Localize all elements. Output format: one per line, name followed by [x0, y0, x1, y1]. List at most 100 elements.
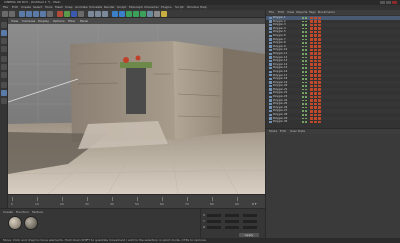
materials-menu-create[interactable]: Create	[3, 210, 13, 214]
stone-material-swatch[interactable]	[8, 216, 22, 230]
render-visibility-icon[interactable]	[305, 27, 307, 30]
render-visibility-icon[interactable]	[305, 78, 307, 80]
texture-tag-icon[interactable]	[318, 120, 321, 124]
ground-material-swatch[interactable]	[24, 216, 38, 230]
scale-icon[interactable]	[33, 11, 39, 17]
editor-visibility-icon[interactable]	[302, 110, 304, 113]
attributes-menu-edit[interactable]: Edit	[280, 129, 286, 134]
minimize-icon[interactable]	[380, 1, 385, 4]
workplane-icon[interactable]	[1, 90, 7, 96]
cube-icon[interactable]	[112, 11, 118, 17]
objects-menu-edit[interactable]: Edit	[278, 10, 284, 15]
editor-visibility-icon[interactable]	[302, 117, 304, 120]
recent-tools-icon[interactable]	[47, 11, 53, 17]
render-visibility-icon[interactable]	[305, 42, 307, 44]
render-visibility-icon[interactable]	[305, 117, 307, 120]
scale-y-field[interactable]	[225, 220, 239, 223]
editor-visibility-icon[interactable]	[302, 60, 304, 62]
scale-x-field[interactable]	[225, 214, 239, 217]
texture-tag-icon[interactable]	[314, 120, 317, 124]
model-mode-icon[interactable]	[1, 30, 7, 36]
editor-visibility-icon[interactable]	[302, 31, 304, 33]
render-visibility-icon[interactable]	[305, 85, 307, 87]
editor-visibility-icon[interactable]	[302, 45, 304, 48]
editor-visibility-icon[interactable]	[302, 99, 304, 102]
rotation-p-field[interactable]	[243, 220, 257, 223]
solo-icon[interactable]	[1, 98, 7, 104]
materials-menu-function[interactable]: Function	[16, 210, 29, 214]
attributes-menu-mode[interactable]: Mode	[269, 129, 277, 134]
render-visibility-icon[interactable]	[305, 110, 307, 113]
editor-visibility-icon[interactable]	[302, 17, 304, 19]
undo-icon[interactable]	[2, 11, 8, 17]
editor-visibility-icon[interactable]	[302, 49, 304, 51]
position-x-field[interactable]	[207, 214, 221, 217]
subdivision-icon[interactable]	[126, 11, 132, 17]
editor-visibility-icon[interactable]	[302, 85, 304, 87]
render-settings-icon[interactable]	[102, 11, 108, 17]
editor-visibility-icon[interactable]	[302, 27, 304, 30]
x-axis-icon[interactable]	[57, 11, 63, 17]
position-y-field[interactable]	[207, 220, 221, 223]
perspective-viewport[interactable]	[8, 24, 265, 194]
polygons-mode-icon[interactable]	[1, 72, 7, 78]
render-visibility-icon[interactable]	[305, 34, 307, 37]
render-visibility-icon[interactable]	[305, 92, 307, 95]
object-row[interactable]: Polygon.30	[266, 120, 400, 124]
texture-tag-icon[interactable]	[310, 120, 313, 124]
floor-icon[interactable]	[147, 11, 153, 17]
objects-menu-tags[interactable]: Tags	[309, 10, 316, 15]
position-z-field[interactable]	[207, 226, 221, 229]
texture-mode-icon[interactable]	[1, 38, 7, 44]
render-visibility-icon[interactable]	[305, 96, 307, 98]
timeline[interactable]: 0 10 20 30 40 50 60 70 80 90 0 F	[8, 194, 265, 208]
render-visibility-icon[interactable]	[305, 81, 307, 84]
snapping-icon[interactable]	[1, 82, 7, 88]
points-mode-icon[interactable]	[1, 56, 7, 62]
render-visibility-icon[interactable]	[305, 45, 307, 48]
editor-visibility-icon[interactable]	[302, 81, 304, 84]
editor-visibility-icon[interactable]	[302, 121, 304, 123]
editor-visibility-icon[interactable]	[302, 24, 304, 26]
editor-visibility-icon[interactable]	[302, 74, 304, 77]
render-visibility-icon[interactable]	[305, 63, 307, 66]
render-visibility-icon[interactable]	[305, 56, 307, 59]
render-visibility-icon[interactable]	[305, 99, 307, 102]
objects-menu-file[interactable]: File	[269, 10, 274, 15]
camera-icon[interactable]	[154, 11, 160, 17]
scale-z-field[interactable]	[225, 226, 239, 229]
pen-icon[interactable]	[119, 11, 125, 17]
objects-menu-view[interactable]: View	[287, 10, 294, 15]
editor-visibility-icon[interactable]	[302, 103, 304, 105]
editor-visibility-icon[interactable]	[302, 114, 304, 116]
render-visibility-icon[interactable]	[305, 38, 307, 41]
attributes-menu-user-data[interactable]: User Data	[290, 129, 305, 134]
editor-visibility-icon[interactable]	[302, 52, 304, 55]
editor-visibility-icon[interactable]	[302, 38, 304, 41]
render-view-icon[interactable]	[88, 11, 94, 17]
materials-menu-texture[interactable]: Texture	[32, 210, 43, 214]
editor-visibility-icon[interactable]	[302, 96, 304, 98]
boole-icon[interactable]	[140, 11, 146, 17]
editor-visibility-icon[interactable]	[302, 78, 304, 80]
make-editable-icon[interactable]	[1, 22, 7, 28]
editor-visibility-icon[interactable]	[302, 34, 304, 37]
objects-menu-bookmarks[interactable]: Bookmarks	[318, 10, 335, 15]
render-picture-viewer-icon[interactable]	[95, 11, 101, 17]
light-icon[interactable]	[161, 11, 167, 17]
render-visibility-icon[interactable]	[305, 49, 307, 51]
render-visibility-icon[interactable]	[305, 24, 307, 26]
render-visibility-icon[interactable]	[305, 103, 307, 105]
y-axis-icon[interactable]	[64, 11, 70, 17]
editor-visibility-icon[interactable]	[302, 56, 304, 59]
close-icon[interactable]	[392, 1, 397, 4]
editor-visibility-icon[interactable]	[302, 20, 304, 23]
rotation-h-field[interactable]	[243, 214, 257, 217]
render-visibility-icon[interactable]	[305, 114, 307, 116]
axis-mode-icon[interactable]	[1, 46, 7, 52]
redo-icon[interactable]	[9, 11, 15, 17]
editor-visibility-icon[interactable]	[302, 67, 304, 69]
editor-visibility-icon[interactable]	[302, 70, 304, 73]
coordinate-system-icon[interactable]	[78, 11, 84, 17]
live-select-icon[interactable]	[19, 11, 25, 17]
